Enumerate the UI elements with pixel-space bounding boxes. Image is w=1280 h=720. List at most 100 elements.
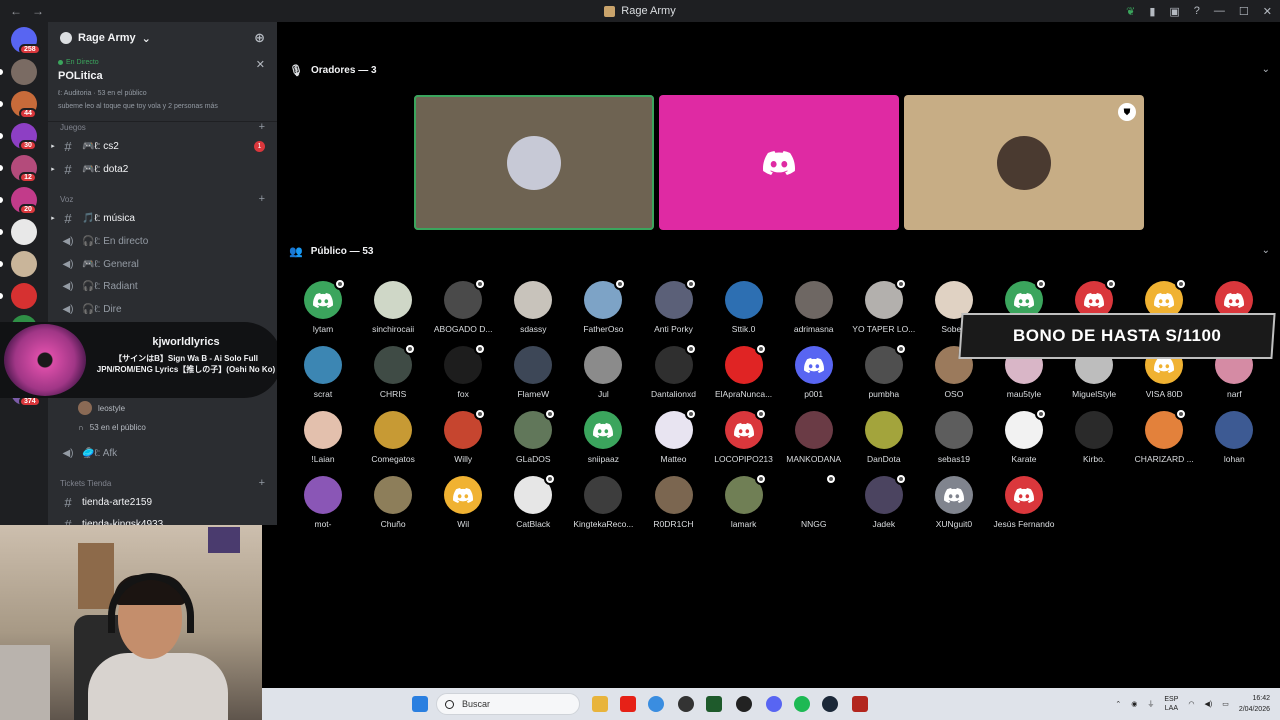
battery-icon[interactable]: ▭ [1222, 700, 1229, 708]
webcam-background-object [0, 645, 50, 720]
close-window-button[interactable]: ✕ [1263, 5, 1272, 18]
avatar [654, 476, 693, 514]
server-icon[interactable] [11, 59, 37, 85]
voice-user[interactable]: leostyle [78, 401, 125, 415]
steam-icon[interactable] [822, 696, 838, 712]
avatar [864, 411, 903, 449]
channel-afk[interactable]: ◀) 🥏ℓ: Afk [48, 443, 277, 463]
server-icon[interactable] [11, 219, 37, 245]
chevron-down-icon[interactable]: ⌄ [1262, 245, 1270, 256]
volume-icon[interactable]: ◀) [1205, 700, 1213, 708]
avatar [514, 281, 553, 319]
close-icon[interactable]: ✕ [256, 58, 265, 71]
discord-logo-icon [453, 487, 474, 503]
minimize-button[interactable]: — [1214, 5, 1225, 17]
microphone-icon[interactable]: ⏚ [1147, 699, 1154, 709]
language-indicator[interactable]: ESP LAA [1164, 695, 1178, 713]
avatar [724, 281, 763, 319]
back-button[interactable]: ← [10, 4, 22, 18]
nitro-leaf-icon[interactable]: ❦ [1126, 5, 1135, 18]
app-icon[interactable] [678, 696, 694, 712]
network-icon[interactable]: ◉ [1131, 700, 1137, 708]
audience-header[interactable]: 👥 Público — 53 [289, 245, 374, 258]
discord-logo-icon [593, 422, 614, 438]
channel-radiant[interactable]: ◀) 🎧ℓ: Radiant [48, 276, 277, 296]
discord-logo-icon [803, 357, 824, 373]
avatar [1075, 411, 1114, 449]
channel-dire[interactable]: ◀) 🎧ℓ: Dire [48, 299, 277, 319]
add-member-icon[interactable]: ⊕ [254, 30, 265, 46]
maximize-button[interactable]: ☐ [1239, 5, 1249, 18]
avatar [584, 346, 623, 384]
speaker-tile[interactable]: ⛊ [904, 95, 1144, 230]
status-badge [894, 473, 907, 485]
category-voz[interactable]: Voz + [48, 192, 277, 206]
server-icon[interactable] [11, 283, 37, 309]
category-label: Tickets Tienda [60, 478, 112, 488]
status-badge [754, 473, 767, 485]
language-line: ESP [1164, 696, 1179, 703]
spotify-icon[interactable] [794, 696, 810, 712]
guild-header[interactable]: Rage Army ⌄ ⊕ [48, 22, 277, 54]
mention-badge: 12 [19, 172, 37, 183]
channel-label: 🎧ℓ: Dire [82, 303, 122, 315]
avatar [584, 411, 623, 449]
channel-cs2[interactable]: ▸ # 🎮ℓ: cs2 1 [48, 136, 277, 156]
channel-tienda-arte[interactable]: # tienda-arte2159 [48, 492, 277, 512]
avatar [78, 401, 92, 415]
channel-tienda-kingsk[interactable]: # tienda-kingsk4933 [48, 514, 277, 526]
status-badge [894, 343, 907, 355]
windows-start-icon[interactable] [412, 696, 428, 712]
avatar [794, 281, 833, 319]
inbox-icon[interactable]: ▣ [1169, 5, 1179, 18]
chevron-down-icon[interactable]: ⌄ [1262, 64, 1270, 75]
forward-button[interactable]: → [32, 4, 44, 18]
speaker-tile[interactable] [414, 95, 654, 230]
wifi-icon[interactable]: ◠ [1188, 700, 1194, 708]
app-icon[interactable] [706, 696, 722, 712]
chrome-icon[interactable] [648, 696, 664, 712]
server-icon[interactable] [11, 251, 37, 277]
live-stage-card[interactable]: En Directo POLitica ℓ: Auditoria · 53 en… [48, 54, 277, 122]
chevron-up-icon[interactable]: ⌃ [1115, 700, 1121, 708]
status-badge [404, 343, 417, 355]
audience-member[interactable]: Jesús Fernando [983, 476, 1065, 536]
channel-general[interactable]: ◀) 🎮ℓ: General [48, 254, 277, 274]
window-title-text: Rage Army [621, 5, 676, 17]
discord-logo-icon [1224, 292, 1245, 308]
add-channel-icon[interactable]: + [259, 121, 265, 133]
avatar [584, 476, 623, 514]
avatar [374, 411, 413, 449]
avatar [934, 476, 973, 514]
channel-dota2[interactable]: ▸ # 🎮ℓ: dota2 [48, 159, 277, 179]
file-explorer-icon[interactable] [592, 696, 608, 712]
audience-member[interactable]: lohan [1193, 411, 1275, 471]
headphones-icon: ∩ [78, 423, 84, 432]
add-channel-icon[interactable]: + [259, 477, 265, 489]
add-channel-icon[interactable]: + [259, 193, 265, 205]
channel-en-directo[interactable]: ◀) 🎧ℓ: En directo [48, 231, 277, 251]
status-badge [334, 278, 346, 290]
dota-icon[interactable] [852, 696, 868, 712]
avatar [444, 278, 487, 319]
clock[interactable]: 16:42 2/04/2026 [1239, 693, 1270, 715]
status-badge [474, 278, 487, 290]
pin-icon[interactable]: ▮ [1149, 5, 1155, 18]
speaker-icon: ◀) [62, 303, 74, 315]
voice-user-name: leostyle [98, 403, 126, 413]
speaker-tile[interactable] [659, 95, 899, 230]
speakers-header[interactable]: 🎙 Oradores — 3 [289, 64, 377, 77]
help-icon[interactable]: ? [1194, 5, 1200, 17]
channel-musica[interactable]: ▸ # 🎵ℓ: música [48, 208, 277, 228]
clock-time: 16:42 [1252, 695, 1270, 702]
app-icon[interactable] [736, 696, 752, 712]
avatar [864, 473, 907, 514]
discord-icon[interactable] [766, 696, 782, 712]
clock-date: 2/04/2026 [1238, 706, 1270, 713]
avatar [864, 343, 907, 384]
youtube-icon[interactable] [620, 696, 636, 712]
category-juegos[interactable]: Juegos + [48, 120, 277, 134]
taskbar-search[interactable]: Buscar [436, 693, 580, 715]
discord-logo-icon [1154, 292, 1175, 308]
category-tickets[interactable]: Tickets Tienda + [48, 476, 277, 490]
